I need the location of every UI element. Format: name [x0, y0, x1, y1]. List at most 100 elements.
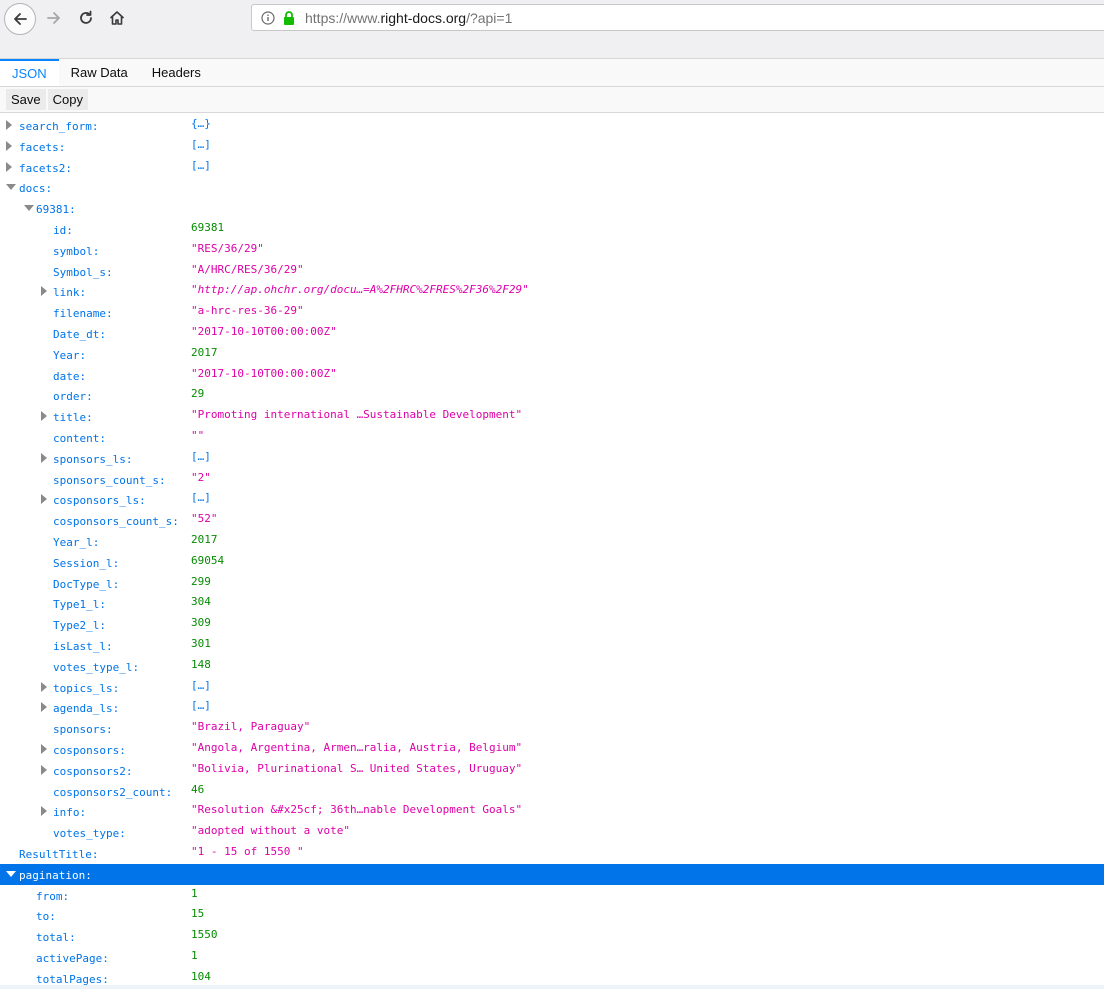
- collapsed-triangle-icon[interactable]: [6, 120, 12, 130]
- tree-row[interactable]: Session_l: 69054: [0, 552, 1104, 573]
- tree-value: "Promoting international …Sustainable De…: [191, 408, 523, 422]
- tree-key: Year_l:: [53, 536, 100, 549]
- collapsed-triangle-icon[interactable]: [41, 494, 47, 505]
- tree-row[interactable]: ResultTitle: "1 - 15 of 1550 ": [0, 843, 1104, 864]
- tree-value: "Angola, Argentina, Armen…ralia, Austria…: [191, 741, 523, 754]
- tree-row[interactable]: info: "Resolution &#x25cf; 36th…nable Dev…: [0, 801, 1104, 822]
- url-suffix: /?api=1: [466, 9, 513, 26]
- reload-button[interactable]: [74, 6, 98, 30]
- tree-key: cosponsors:: [53, 744, 126, 757]
- tree-row[interactable]: Type1_l: 304: [0, 593, 1104, 614]
- tree-key: search_form:: [19, 120, 99, 133]
- tree-row[interactable]: to: 15: [0, 905, 1104, 926]
- tab-headers[interactable]: Headers: [140, 59, 213, 86]
- tree-row[interactable]: votes_type: "adopted without a vote": [0, 822, 1104, 843]
- tree-value: 301: [191, 637, 211, 650]
- tree-row[interactable]: 69381:: [0, 198, 1104, 219]
- tree-key: Type2_l:: [53, 619, 106, 633]
- tree-key: sponsors_count_s:: [53, 473, 166, 487]
- tree-value: 148: [191, 657, 211, 671]
- viewport-edge: [0, 985, 1104, 989]
- tree-row[interactable]: activePage: 1: [0, 947, 1104, 968]
- tree-row[interactable]: filename: "a-hrc-res-36-29": [0, 302, 1104, 323]
- tree-row[interactable]: Type2_l: 309: [0, 614, 1104, 635]
- tree-row[interactable]: votes_type_l: 148: [0, 656, 1104, 677]
- tree-row[interactable]: content: "": [0, 427, 1104, 448]
- tree-row[interactable]: topics_ls: […]: [0, 677, 1104, 698]
- tree-row[interactable]: Symbol_s: "A/HRC/RES/36/29": [0, 261, 1104, 282]
- tree-row[interactable]: symbol: "RES/36/29": [0, 240, 1104, 261]
- tree-row[interactable]: cosponsors: "Angola, Argentina, Armen…ral…: [0, 739, 1104, 760]
- tree-row[interactable]: title: "Promoting international …Sustaina…: [0, 406, 1104, 427]
- url-text[interactable]: https://www.right-docs.org/?api=1: [305, 10, 512, 26]
- forward-button[interactable]: [42, 6, 66, 30]
- collapsed-triangle-icon[interactable]: [41, 411, 47, 422]
- tree-row[interactable]: facets: […]: [0, 136, 1104, 157]
- tree-row[interactable]: facets2: […]: [0, 157, 1104, 178]
- tree-row[interactable]: Year_l: 2017: [0, 531, 1104, 552]
- tab-json[interactable]: JSON: [0, 59, 59, 86]
- tree-row[interactable]: total: 1550: [0, 926, 1104, 947]
- tree-value[interactable]: "http://ap.ohchr.org/docu…=A%2FHRC%2FRES…: [191, 283, 529, 296]
- tree-row[interactable]: id: 69381: [0, 219, 1104, 240]
- expanded-triangle-icon[interactable]: [24, 205, 34, 212]
- tree-key: isLast_l:: [53, 640, 113, 653]
- collapsed-triangle-icon[interactable]: [41, 744, 47, 754]
- tree-row[interactable]: cosponsors_ls: […]: [0, 489, 1104, 510]
- tree-key: ResultTitle:: [19, 848, 99, 861]
- collapsed-triangle-icon[interactable]: [6, 140, 12, 151]
- collapsed-triangle-icon[interactable]: [41, 286, 47, 297]
- tree-row[interactable]: cosponsors2_count: 46: [0, 781, 1104, 802]
- tree-row[interactable]: cosponsors_count_s: "52": [0, 510, 1104, 531]
- collapsed-triangle-icon[interactable]: [41, 806, 47, 817]
- tree-row[interactable]: from: 1: [0, 885, 1104, 906]
- tree-key: sponsors_ls:: [53, 452, 133, 466]
- tree-key: filename:: [53, 307, 113, 321]
- collapsed-triangle-icon[interactable]: [41, 681, 47, 692]
- tree-row[interactable]: isLast_l: 301: [0, 635, 1104, 656]
- tree-row[interactable]: cosponsors2: "Bolivia, Plurinational S… U…: [0, 760, 1104, 781]
- tree-value: 1: [191, 886, 198, 900]
- collapsed-triangle-icon[interactable]: [6, 161, 12, 172]
- tree-value: […]: [191, 137, 211, 151]
- tree-row[interactable]: Year: 2017: [0, 344, 1104, 365]
- tree-row[interactable]: docs:: [0, 177, 1104, 198]
- back-button[interactable]: [4, 3, 36, 35]
- tree-key: docs:: [19, 182, 53, 196]
- home-button[interactable]: [105, 6, 129, 30]
- tree-value: "52": [191, 512, 218, 526]
- info-icon[interactable]: [260, 10, 276, 26]
- tree-row[interactable]: link: "http://ap.ohchr.org/docu…=A%2FHRC%…: [0, 281, 1104, 302]
- tree-value: 15: [191, 907, 205, 921]
- copy-button[interactable]: Copy: [47, 89, 88, 110]
- tree-key: date:: [53, 369, 87, 383]
- tree-key: totalPages:: [36, 972, 109, 986]
- tree-key: title:: [53, 411, 93, 425]
- tree-key: to:: [36, 910, 56, 924]
- tree-row[interactable]: sponsors: "Brazil, Paraguay": [0, 718, 1104, 739]
- tree-value: "Brazil, Paraguay": [191, 720, 311, 734]
- collapsed-triangle-icon[interactable]: [41, 452, 47, 463]
- browser-toolbar: https://www.right-docs.org/?api=1: [0, 0, 1104, 59]
- tree-row[interactable]: sponsors_count_s: "2": [0, 469, 1104, 490]
- tree-row[interactable]: agenda_ls: […]: [0, 697, 1104, 718]
- lock-icon[interactable]: [281, 10, 297, 26]
- tree-value: […]: [191, 491, 211, 505]
- url-bar[interactable]: https://www.right-docs.org/?api=1: [251, 4, 1104, 31]
- tree-key: agenda_ls:: [53, 702, 120, 716]
- collapsed-triangle-icon[interactable]: [41, 764, 47, 775]
- expanded-triangle-icon[interactable]: [6, 184, 16, 191]
- tree-row[interactable]: DocType_l: 299: [0, 573, 1104, 594]
- expanded-triangle-icon[interactable]: [6, 870, 16, 877]
- tree-row[interactable]: date: "2017-10-10T00:00:00Z": [0, 365, 1104, 386]
- tree-row[interactable]: Date_dt: "2017-10-10T00:00:00Z": [0, 323, 1104, 344]
- tree-key: activePage:: [36, 952, 109, 965]
- collapsed-triangle-icon[interactable]: [41, 702, 47, 713]
- reload-icon: [80, 10, 92, 24]
- tree-row[interactable]: search_form: {…}: [0, 115, 1104, 136]
- save-button[interactable]: Save: [6, 89, 46, 110]
- tree-row[interactable]: order: 29: [0, 385, 1104, 406]
- tab-raw-data[interactable]: Raw Data: [59, 59, 140, 86]
- tree-row[interactable]: pagination:: [0, 863, 1104, 885]
- tree-row[interactable]: sponsors_ls: […]: [0, 448, 1104, 469]
